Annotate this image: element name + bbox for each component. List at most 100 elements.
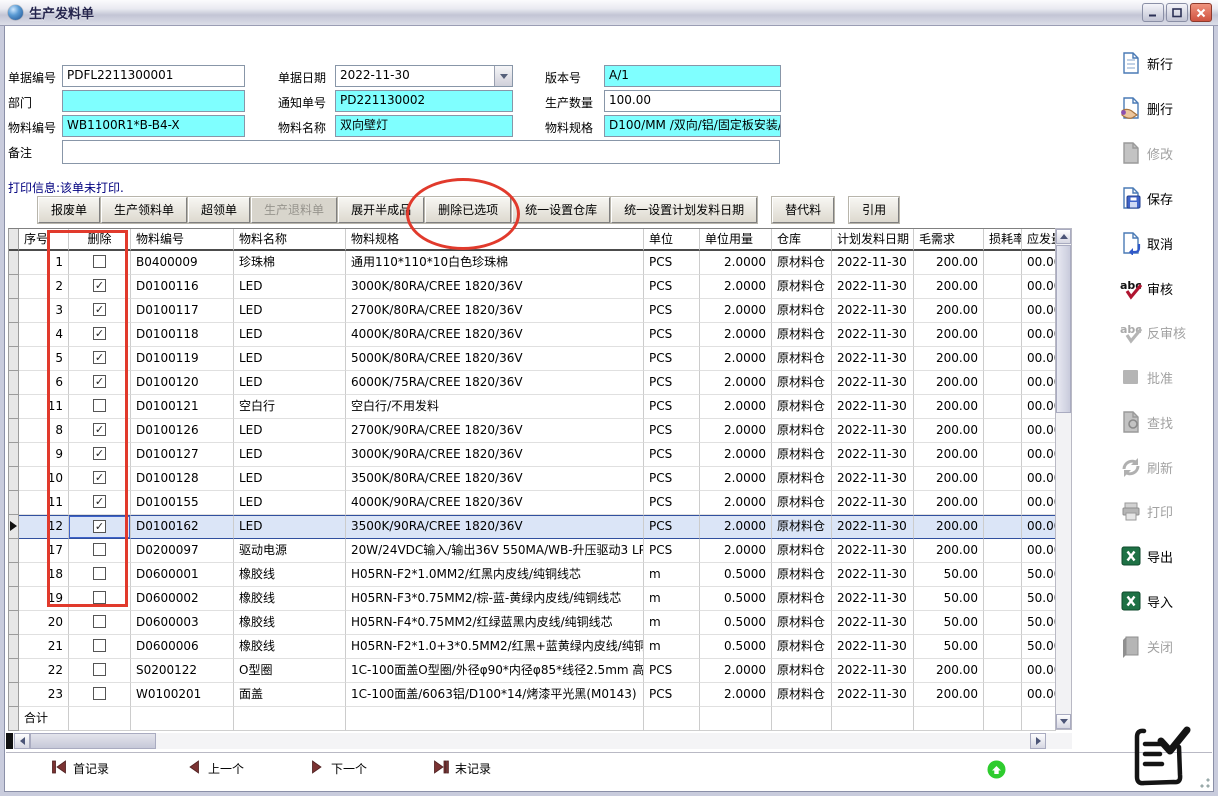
row-selector[interactable] — [9, 395, 19, 419]
cell-delete[interactable] — [69, 635, 131, 659]
horizontal-scrollbar[interactable] — [8, 733, 1072, 749]
field-version[interactable]: A/1 — [604, 65, 781, 87]
column-header-seq[interactable]: 序号 — [19, 229, 69, 251]
field-doc-date[interactable]: 2022-11-30 — [335, 65, 513, 87]
horizontal-scroll-thumb[interactable] — [30, 733, 156, 749]
delete-checkbox[interactable]: ✓ — [93, 351, 106, 364]
row-selector[interactable] — [9, 635, 19, 659]
sidebar-button-delete-row[interactable]: 删行 — [1118, 94, 1214, 122]
toolbar-button-over-picking[interactable]: 超领单 — [188, 197, 250, 223]
cell-delete[interactable]: ✓ — [69, 299, 131, 323]
cell-delete[interactable]: ✓ — [69, 515, 131, 539]
row-selector[interactable] — [9, 251, 19, 275]
cell-delete[interactable]: ✓ — [69, 347, 131, 371]
field-dept[interactable] — [62, 90, 245, 112]
cell-delete[interactable]: ✓ — [69, 443, 131, 467]
cell-delete[interactable] — [69, 395, 131, 419]
toolbar-button-reference[interactable]: 引用 — [849, 197, 899, 223]
column-header-loss-rate[interactable]: 损耗率 — [984, 229, 1022, 251]
delete-checkbox[interactable]: ✓ — [93, 495, 106, 508]
toolbar-button-expand-semi[interactable]: 展开半成品 — [338, 197, 424, 223]
delete-checkbox[interactable] — [93, 255, 106, 268]
table-row[interactable]: 3✓D0100117LED2700K/80RA/CREE 1820/36VPCS… — [9, 299, 1056, 323]
nav-prev-button[interactable]: 上一个 — [187, 760, 244, 777]
column-header-unit-usage[interactable]: 单位用量 — [700, 229, 772, 251]
cell-delete[interactable] — [69, 539, 131, 563]
table-row[interactable]: 5✓D0100119LED5000K/80RA/CREE 1820/36VPCS… — [9, 347, 1056, 371]
table-row[interactable]: 10✓D0100128LED3500K/80RA/CREE 1820/36VPC… — [9, 467, 1056, 491]
toolbar-button-delete-selected[interactable]: 删除已选项 — [425, 197, 511, 223]
table-row[interactable]: 2✓D0100116LED3000K/80RA/CREE 1820/36VPCS… — [9, 275, 1056, 299]
field-remark[interactable] — [62, 140, 780, 164]
delete-checkbox[interactable]: ✓ — [93, 327, 106, 340]
field-doc-no[interactable]: PDFL2211300001 — [62, 65, 245, 87]
delete-checkbox[interactable]: ✓ — [93, 375, 106, 388]
row-selector[interactable] — [9, 275, 19, 299]
table-row[interactable]: 21D0600006橡胶线H05RN-F2*1.0+3*0.5MM2/红黑+蓝黄… — [9, 635, 1056, 659]
delete-checkbox[interactable] — [93, 399, 106, 412]
column-header-gross-demand[interactable]: 毛需求 — [914, 229, 984, 251]
table-row[interactable]: 1B0400009珍珠棉通用110*110*10白色珍珠棉PCS2.0000原材… — [9, 251, 1056, 275]
table-row[interactable]: 11D0100121空白行空白行/不用发料PCS2.0000原材料仓2022-1… — [9, 395, 1056, 419]
sidebar-button-export[interactable]: 导出 — [1118, 542, 1214, 570]
column-header-unit[interactable]: 单位 — [644, 229, 700, 251]
row-selector[interactable] — [9, 443, 19, 467]
row-selector[interactable] — [9, 539, 19, 563]
delete-checkbox[interactable] — [93, 567, 106, 580]
scroll-right-button[interactable] — [1030, 733, 1046, 749]
cell-delete[interactable] — [69, 251, 131, 275]
table-row[interactable]: 19D0600002橡胶线H05RN-F3*0.75MM2/棕-蓝-黄绿内皮线/… — [9, 587, 1056, 611]
table-row[interactable]: 4✓D0100118LED4000K/80RA/CREE 1820/36VPCS… — [9, 323, 1056, 347]
row-selector[interactable] — [9, 371, 19, 395]
column-header-plan-issue-date[interactable]: 计划发料日期 — [832, 229, 914, 251]
scroll-down-button[interactable] — [1056, 714, 1071, 729]
scroll-left-button[interactable] — [14, 733, 30, 749]
column-header-warehouse[interactable]: 仓库 — [772, 229, 832, 251]
scroll-up-button[interactable] — [1056, 229, 1071, 244]
cell-delete[interactable]: ✓ — [69, 491, 131, 515]
table-row[interactable]: 11✓D0100155LED4000K/90RA/CREE 1820/36VPC… — [9, 491, 1056, 515]
sidebar-button-save[interactable]: 保存 — [1118, 184, 1214, 212]
row-selector[interactable] — [9, 515, 19, 539]
toolbar-button-set-issue-date[interactable]: 统一设置计划发料日期 — [611, 197, 757, 223]
nav-next-button[interactable]: 下一个 — [310, 760, 367, 777]
column-header-material-name[interactable]: 物料名称 — [234, 229, 346, 251]
table-row[interactable]: 8✓D0100126LED2700K/90RA/CREE 1820/36VPCS… — [9, 419, 1056, 443]
row-selector[interactable] — [9, 683, 19, 707]
row-selector[interactable] — [9, 563, 19, 587]
row-selector[interactable] — [9, 611, 19, 635]
table-row[interactable]: 12✓D0100162LED3500K/90RA/CREE 1820/36VPC… — [9, 515, 1056, 539]
resize-grip[interactable] — [1199, 777, 1211, 789]
cell-delete[interactable] — [69, 611, 131, 635]
column-header-material-spec[interactable]: 物料规格 — [346, 229, 644, 251]
delete-checkbox[interactable]: ✓ — [93, 279, 106, 292]
dropdown-button[interactable] — [494, 66, 512, 86]
row-selector[interactable] — [9, 419, 19, 443]
column-header-due-qty[interactable]: 应发量 — [1022, 229, 1056, 251]
delete-checkbox[interactable] — [93, 663, 106, 676]
close-button[interactable] — [1190, 3, 1212, 22]
cell-delete[interactable]: ✓ — [69, 371, 131, 395]
table-row[interactable]: 9✓D0100127LED3000K/90RA/CREE 1820/36VPCS… — [9, 443, 1056, 467]
field-mat-spec[interactable]: D100/MM /双向/铝/固定板安装/C — [604, 115, 781, 137]
column-header-delete[interactable]: 删除 — [69, 229, 131, 251]
table-row[interactable]: 6✓D0100120LED6000K/75RA/CREE 1820/36VPCS… — [9, 371, 1056, 395]
sidebar-button-import[interactable]: 导入 — [1118, 587, 1214, 615]
table-row[interactable]: 20D0600003橡胶线H05RN-F4*0.75MM2/红绿蓝黑内皮线/纯铜… — [9, 611, 1056, 635]
table-row[interactable]: 23W0100201面盖1C-100面盖/6063铝/D100*14/烤漆平光黑… — [9, 683, 1056, 707]
cell-delete[interactable]: ✓ — [69, 323, 131, 347]
row-selector[interactable] — [9, 587, 19, 611]
delete-checkbox[interactable]: ✓ — [93, 471, 106, 484]
grid-splitter[interactable] — [6, 733, 13, 749]
cell-delete[interactable] — [69, 659, 131, 683]
nav-first-button[interactable]: 首记录 — [52, 760, 109, 777]
delete-checkbox[interactable] — [93, 615, 106, 628]
row-selector[interactable] — [9, 467, 19, 491]
row-selector[interactable] — [9, 347, 19, 371]
delete-checkbox[interactable]: ✓ — [93, 520, 106, 533]
delete-checkbox[interactable] — [93, 687, 106, 700]
delete-checkbox[interactable]: ✓ — [93, 423, 106, 436]
toolbar-button-production-picking[interactable]: 生产领料单 — [101, 197, 187, 223]
cell-delete[interactable] — [69, 563, 131, 587]
toolbar-button-scrap-order[interactable]: 报废单 — [38, 197, 100, 223]
